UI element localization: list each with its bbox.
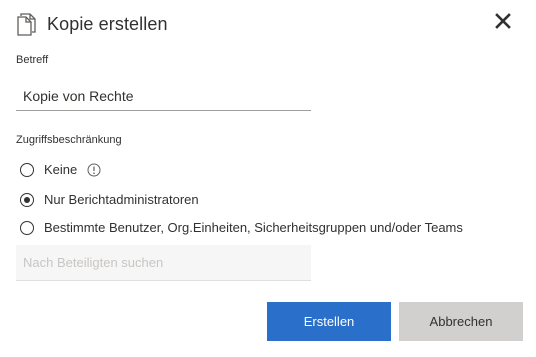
radio-label: Nur Berichtadministratoren	[44, 192, 199, 207]
create-copy-dialog: Kopie erstellen Betreff Zugriffsbeschrän…	[0, 0, 536, 357]
close-button[interactable]	[492, 12, 514, 34]
radio-button[interactable]	[20, 192, 34, 207]
create-button[interactable]: Erstellen	[267, 302, 391, 341]
subject-label: Betreff	[16, 54, 49, 66]
info-icon[interactable]	[87, 163, 101, 177]
cancel-button[interactable]: Abbrechen	[399, 302, 523, 341]
radio-button[interactable]	[20, 220, 34, 235]
radio-label: Keine	[44, 162, 78, 177]
copy-document-icon	[16, 12, 38, 36]
subject-input[interactable]	[16, 81, 311, 111]
dialog-header: Kopie erstellen	[16, 11, 168, 37]
participants-search-input[interactable]	[16, 245, 311, 281]
radio-option-report-admins[interactable]: Nur Berichtadministratoren	[20, 192, 199, 207]
radio-button[interactable]	[20, 162, 34, 177]
radio-option-none[interactable]: Keine	[20, 162, 101, 177]
radio-option-specific-users[interactable]: Bestimmte Benutzer, Org.Einheiten, Siche…	[20, 220, 463, 235]
close-icon	[495, 12, 511, 34]
access-restriction-label: Zugriffsbeschränkung	[16, 134, 122, 146]
dialog-title: Kopie erstellen	[47, 13, 168, 34]
radio-label: Bestimmte Benutzer, Org.Einheiten, Siche…	[44, 220, 463, 235]
